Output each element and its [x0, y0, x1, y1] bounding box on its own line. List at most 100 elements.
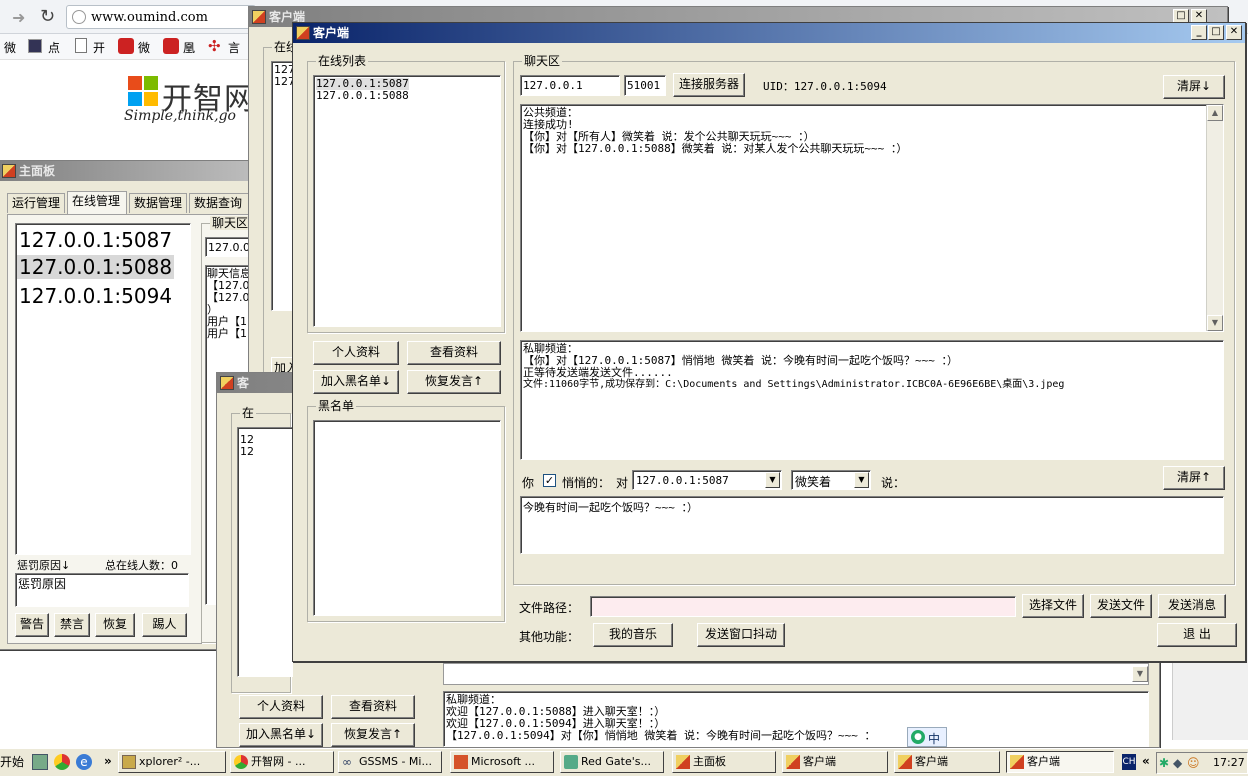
chat-line: 正等待发送端发送文件...... [523, 366, 673, 379]
app-icon [1010, 755, 1024, 769]
chat-line: 【127.0.0.1:5094】对【你】悄悄地 微笑着 说：今晚有时间一起吃个饭… [446, 729, 876, 742]
punish-reason-label: 惩罚原因↓ [17, 559, 71, 572]
mute-button[interactable]: 禁言 [54, 613, 90, 637]
task-browser[interactable]: 开智网 - ... [230, 751, 334, 773]
warn-button[interactable]: 警告 [15, 613, 49, 637]
bookmark-4[interactable]: 微 [138, 39, 150, 56]
chat-line: 公共频道： [523, 106, 578, 119]
scroll-up-icon[interactable]: ▲ [1207, 105, 1223, 121]
app-icon [220, 376, 234, 390]
language-indicator[interactable]: CH [1122, 754, 1136, 770]
list-item[interactable]: 127.0.0.1:5088 [316, 90, 409, 102]
online-user-list[interactable]: 127.0.0.1:5087 127.0.0.1:5088 127.0.0.1:… [15, 223, 191, 555]
port-input[interactable]: 51001 [624, 75, 666, 96]
tab-online[interactable]: 在线管理 [67, 191, 127, 214]
you-label: 你 [522, 476, 535, 490]
ie-icon[interactable]: e [76, 754, 92, 770]
more-icon[interactable]: » [104, 754, 112, 768]
scroll-down-icon[interactable]: ▼ [1207, 315, 1223, 331]
tab-data[interactable]: 数据管理 [129, 193, 187, 213]
list-item[interactable]: 127.0.0.1:5087 [19, 228, 172, 252]
volume-icon[interactable]: ◆ [1173, 756, 1182, 770]
back2-view-profile-button[interactable]: 查看资料 [331, 695, 415, 719]
address-bar[interactable]: www.oumind.com [66, 5, 256, 29]
scroll-down-icon[interactable]: ▼ [1132, 666, 1148, 682]
restore-button[interactable]: 恢复 [95, 613, 135, 637]
clear-private-button[interactable]: 清屏↑ [1163, 466, 1225, 490]
task-client-3[interactable]: 客户端 [1006, 751, 1114, 773]
chrome-icon[interactable] [54, 754, 70, 770]
exit-button[interactable]: 退 出 [1157, 623, 1237, 647]
blacklist-list[interactable] [313, 420, 501, 616]
my-music-button[interactable]: 我的音乐 [593, 623, 673, 647]
office-icon [454, 755, 468, 769]
chevron-down-icon[interactable]: ▼ [765, 472, 780, 488]
task-main-panel[interactable]: 主面板 [672, 751, 776, 773]
tab-run[interactable]: 运行管理 [7, 193, 65, 213]
public-log-scrollbar[interactable]: ▲ ▼ [1206, 105, 1223, 331]
list-item[interactable]: 127.0.0.1:5094 [19, 284, 172, 308]
reload-icon[interactable]: ↻ [40, 6, 55, 27]
bookmark-5[interactable]: 凰 [183, 39, 195, 56]
back2-scroll-area: ▼ [443, 663, 1149, 685]
close-button[interactable]: ✕ [1226, 25, 1242, 40]
desktop-icon[interactable] [32, 754, 48, 770]
punish-reason-input[interactable]: 惩罚原因 [15, 573, 189, 607]
back2-restore-button[interactable]: 恢复发言↑ [331, 723, 415, 747]
maximize-button[interactable]: □ [1208, 25, 1224, 40]
expression-select[interactable]: 微笑着 ▼ [791, 470, 871, 490]
back2-blacklist-button[interactable]: 加入黑名单↓ [239, 723, 323, 747]
main-panel-titlebar[interactable]: 主面板 [0, 161, 267, 181]
target-select[interactable]: 127.0.0.1:5087 ▼ [632, 470, 782, 490]
start-button[interactable]: 开始 [0, 752, 24, 774]
send-message-button[interactable]: 发送消息 [1158, 594, 1226, 618]
whisper-checkbox[interactable]: ✓ [543, 474, 556, 487]
chat-line: 【你】对【127.0.0.1:5088】微笑着 说：对某人发个公共聊天玩玩~~~… [523, 142, 908, 155]
bookmark-6[interactable]: 言 [228, 39, 240, 56]
restore-speech-button[interactable]: 恢复发言↑ [407, 370, 501, 394]
back2-profile-button[interactable]: 个人资料 [239, 695, 323, 719]
app-icon [676, 755, 690, 769]
back2-online-list[interactable]: 12 12 [237, 427, 293, 677]
app-icon [898, 755, 912, 769]
select-file-button[interactable]: 选择文件 [1022, 594, 1084, 618]
ime-indicator[interactable]: ● 中 [907, 727, 947, 747]
user-icon[interactable]: ☺ [1187, 756, 1200, 770]
online-list[interactable]: 127.0.0.1:5087 127.0.0.1:5088 [313, 75, 501, 327]
message-input[interactable]: 今晚有时间一起吃个饭吗？~~~ ：） [520, 496, 1224, 554]
tray-expand-icon[interactable]: « [1142, 754, 1150, 768]
clear-public-button[interactable]: 清屏↓ [1163, 75, 1225, 99]
total-online-label: 总在线人数：0 [105, 559, 178, 572]
list-item[interactable]: 127.0.0.1:5088 [17, 255, 175, 279]
file-path-label: 文件路径： [519, 601, 580, 615]
task-xplorer[interactable]: xplorer² -... [118, 751, 226, 773]
back2-private-log: 私聊频道： 欢迎【127.0.0.1:5088】进入聊天室！：） 欢迎【127.… [443, 691, 1149, 747]
client-front-titlebar[interactable]: 客户端 [293, 23, 1245, 43]
chevron-down-icon[interactable]: ▼ [854, 472, 869, 488]
bookmark-1[interactable]: 微 [4, 39, 16, 56]
bookmark-3[interactable]: 开 [93, 39, 105, 56]
shake-window-button[interactable]: 发送窗口抖动 [697, 623, 785, 647]
view-profile-button[interactable]: 查看资料 [407, 341, 501, 365]
ip-input[interactable]: 127.0.0.1 [520, 75, 620, 96]
task-microsoft[interactable]: Microsoft ... [450, 751, 554, 773]
tab-query[interactable]: 数据查询 [189, 193, 249, 213]
task-client-1[interactable]: 客户端 [782, 751, 888, 773]
minimize-button[interactable]: _ [1191, 25, 1207, 40]
kick-button[interactable]: 踢人 [142, 613, 187, 637]
connect-server-button[interactable]: 连接服务器 [673, 73, 745, 97]
forward-icon[interactable]: ➜ [12, 8, 25, 27]
file-path-input[interactable] [590, 596, 1016, 617]
task-ssms[interactable]: ∞ GSSMS - Mi... [338, 751, 442, 773]
other-functions-label: 其他功能： [519, 630, 580, 644]
send-file-button[interactable]: 发送文件 [1090, 594, 1152, 618]
task-client-2[interactable]: 客户端 [894, 751, 1000, 773]
profile-button[interactable]: 个人资料 [313, 341, 399, 365]
app-icon [786, 755, 800, 769]
bookmark-2[interactable]: 点 [48, 39, 60, 56]
network-icon[interactable]: ✱ [1159, 756, 1169, 770]
task-redgate[interactable]: Red Gate's... [560, 751, 664, 773]
public-chat-log: 公共频道： 连接成功! 【你】对【所有人】微笑着 说：发个公共聊天玩玩~~~ ：… [520, 104, 1224, 332]
blacklist-button[interactable]: 加入黑名单↓ [313, 370, 399, 394]
bookmark-icon-2 [28, 39, 42, 53]
